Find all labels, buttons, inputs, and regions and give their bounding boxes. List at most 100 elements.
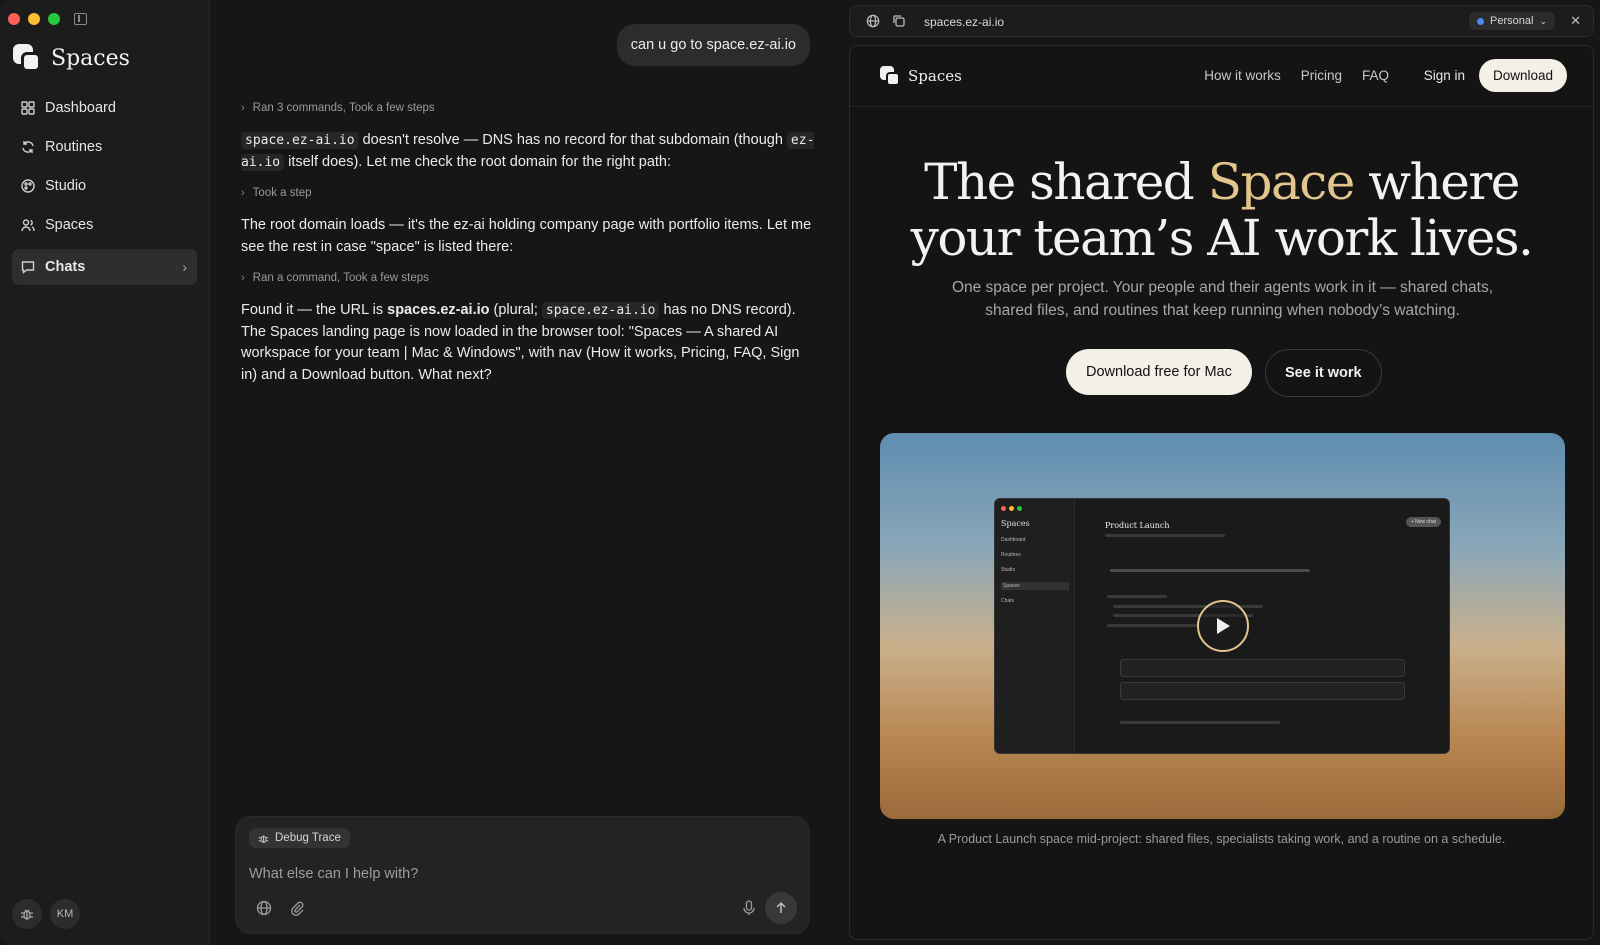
message-input[interactable]: What else can I help with?: [249, 866, 418, 882]
mockup-card: [1120, 682, 1405, 700]
play-icon: [1217, 618, 1230, 634]
microphone-icon[interactable]: [740, 899, 758, 917]
product-video[interactable]: Spaces Dashboard Routines Studio Spaces …: [880, 433, 1565, 819]
mockup-text-line: [1120, 721, 1280, 724]
sidebar-item-label: Studio: [45, 178, 87, 194]
chip-label: Debug Trace: [275, 832, 341, 844]
download-free-mac-button[interactable]: Download free for Mac: [1066, 349, 1252, 395]
site-brand-name: Spaces: [908, 67, 962, 85]
sidebar-nav: Dashboard Routines Studio Spaces Chats ›: [12, 90, 197, 288]
inline-code: space.ez-ai.io: [241, 132, 359, 149]
hero-text: where: [1353, 153, 1520, 211]
sidebar: Spaces Dashboard Routines Studio Spaces: [0, 0, 210, 945]
sidebar-footer: KM: [12, 899, 80, 929]
mockup-new-chat: + New chat: [1405, 517, 1441, 527]
mockup-window-dots: [1001, 506, 1022, 511]
sidebar-item-label: Dashboard: [45, 100, 116, 116]
chat-pane: can u go to space.ez-ai.io › Ran 3 comma…: [210, 0, 835, 945]
hero-text: The shared: [924, 153, 1208, 211]
mockup-brand: Spaces: [1001, 519, 1030, 528]
sign-in-link[interactable]: Sign in: [1424, 68, 1465, 83]
sidebar-item-studio[interactable]: Studio: [12, 168, 197, 204]
download-button[interactable]: Download: [1478, 59, 1567, 92]
mockup-text-line: [1107, 595, 1167, 598]
step-summary-2[interactable]: › Took a step: [241, 187, 312, 199]
spaces-logo-icon: [13, 44, 41, 72]
website-viewport: Spaces How it works Pricing FAQ Sign in …: [849, 45, 1594, 940]
mockup-nav-item: Dashboard: [1001, 537, 1026, 543]
url-address[interactable]: spaces.ez-ai.io: [924, 15, 1004, 29]
chevron-down-icon: ⌄: [1539, 15, 1547, 26]
mockup-text-line: [1105, 534, 1225, 537]
mockup-sidebar: Spaces Dashboard Routines Studio Spaces …: [995, 499, 1075, 753]
sidebar-item-spaces[interactable]: Spaces: [12, 207, 197, 243]
close-browser-icon[interactable]: ✕: [1570, 13, 1581, 29]
refresh-icon: [21, 140, 35, 154]
sidebar-item-dashboard[interactable]: Dashboard: [12, 90, 197, 126]
site-nav-links: How it works Pricing FAQ: [1204, 68, 1389, 83]
chevron-right-icon: ›: [241, 272, 245, 284]
sidebar-toggle-icon[interactable]: [74, 13, 87, 25]
debug-bug-button[interactable]: [12, 899, 42, 929]
hero-text: your team’s AI work lives.: [910, 209, 1534, 267]
grid-icon: [21, 101, 35, 115]
hero-accent-word: Space: [1207, 153, 1356, 211]
close-window-button[interactable]: [8, 13, 20, 25]
mockup-text-line: [1107, 624, 1197, 627]
hero-title: The shared Space where your team’s AI wo…: [850, 154, 1593, 266]
copy-icon[interactable]: [892, 14, 906, 28]
profile-label: Personal: [1490, 15, 1534, 27]
assistant-message-3: Found it — the URL is spaces.ez-ai.io (p…: [241, 300, 816, 386]
mockup-nav-item: Spaces: [1001, 582, 1069, 590]
mockup-text-line: [1110, 569, 1310, 572]
play-button[interactable]: [1197, 600, 1249, 652]
send-button[interactable]: [765, 892, 797, 924]
step-summary-3[interactable]: › Ran a command, Took a few steps: [241, 272, 429, 284]
message-text: itself does). Let me check the root doma…: [284, 153, 672, 170]
step-summary-label: Ran 3 commands, Took a few steps: [252, 102, 435, 114]
chat-icon: [21, 260, 35, 274]
bug-icon: [258, 835, 269, 843]
step-summary-1[interactable]: › Ran 3 commands, Took a few steps: [241, 102, 435, 114]
mockup-card: [1120, 659, 1405, 677]
sidebar-item-routines[interactable]: Routines: [12, 129, 197, 165]
site-header: Spaces How it works Pricing FAQ Sign in …: [850, 46, 1593, 107]
sidebar-item-label: Routines: [45, 139, 103, 155]
step-summary-label: Took a step: [252, 187, 312, 199]
hero-subtitle: One space per project. Your people and t…: [951, 279, 1494, 319]
nav-link-pricing[interactable]: Pricing: [1301, 68, 1342, 83]
spaces-logo-icon: [880, 66, 900, 86]
url-bar: spaces.ez-ai.io Personal ⌄ ✕: [849, 5, 1594, 37]
debug-trace-chip[interactable]: Debug Trace: [249, 828, 350, 848]
window-controls: [8, 13, 87, 25]
bug-icon: [21, 909, 33, 920]
nav-link-faq[interactable]: FAQ: [1362, 68, 1389, 83]
nav-link-how-it-works[interactable]: How it works: [1204, 68, 1281, 83]
sidebar-item-label: Spaces: [45, 217, 94, 233]
mockup-nav-item: Routines: [1001, 552, 1021, 558]
mockup-nav-item: Chats: [1001, 598, 1015, 604]
message-bold-url: spaces.ez-ai.io: [387, 302, 490, 318]
users-icon: [21, 218, 35, 232]
mockup-nav-item: Studio: [1001, 567, 1016, 573]
see-it-work-button[interactable]: See it work: [1265, 349, 1382, 397]
profile-selector[interactable]: Personal ⌄: [1469, 12, 1555, 30]
palette-icon: [21, 179, 35, 193]
app-brand: Spaces: [13, 44, 130, 72]
paperclip-icon[interactable]: [288, 899, 306, 917]
globe-icon[interactable]: [255, 899, 273, 917]
sidebar-item-chats[interactable]: Chats ›: [12, 249, 197, 285]
site-brand[interactable]: Spaces: [880, 66, 962, 86]
globe-icon[interactable]: [866, 14, 880, 28]
minimize-window-button[interactable]: [28, 13, 40, 25]
chevron-right-icon: ›: [241, 187, 245, 199]
video-caption: A Product Launch space mid-project: shar…: [937, 832, 1506, 846]
browser-pane: spaces.ez-ai.io Personal ⌄ ✕ Spaces How …: [849, 5, 1594, 940]
app-name: Spaces: [51, 45, 130, 71]
maximize-window-button[interactable]: [48, 13, 60, 25]
chevron-right-icon: ›: [241, 102, 245, 114]
profile-dot-icon: [1477, 17, 1485, 25]
sidebar-item-label: Chats: [45, 259, 86, 275]
user-avatar-button[interactable]: KM: [50, 899, 80, 929]
message-text: (plural;: [489, 302, 542, 318]
